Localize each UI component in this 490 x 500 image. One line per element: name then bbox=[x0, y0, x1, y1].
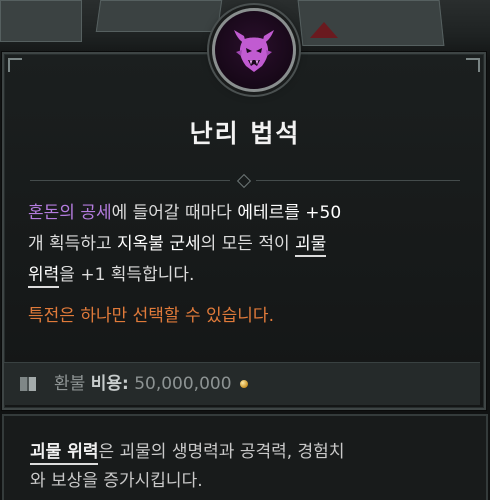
aspect-description: 혼돈의 공세에 들어갈 때마다 에테르를 +50 개 획득하고 지옥불 군세의 … bbox=[28, 198, 468, 291]
aspect-title: 난리 법석 bbox=[189, 119, 301, 148]
panel-corner bbox=[8, 58, 22, 72]
cost-value: 50,000,000 bbox=[134, 374, 232, 394]
description-text: 개 획득하고 bbox=[28, 234, 118, 254]
refund-label: 환불 bbox=[54, 374, 91, 394]
description-text: 을 +1 획득합니다. bbox=[59, 265, 195, 285]
aspect-emblem bbox=[212, 8, 296, 92]
keyword-info-panel: 괴물 위력은 괴물의 생명력과 공격력, 경험치 와 보상을 증가시킵니다. bbox=[2, 414, 488, 500]
divider-line bbox=[30, 180, 230, 181]
keyword-definition: 은 괴물의 생명력과 공격력, 경험치 bbox=[98, 442, 345, 462]
gold-coin-icon bbox=[239, 380, 248, 388]
game-screen: 난리 법석 혼돈의 공세에 들어갈 때마다 에테르를 +50 개 획득하고 지옥… bbox=[0, 0, 490, 500]
keyword-info-text: 괴물 위력은 괴물의 생명력과 공격력, 경험치 와 보상을 증가시킵니다. bbox=[30, 438, 470, 496]
divider-diamond bbox=[236, 173, 252, 189]
background-shard bbox=[0, 0, 82, 42]
refund-cost-text: 환불 비용: 50,000,000 bbox=[54, 372, 248, 396]
refund-cost-bar: 환불 비용: 50,000,000 bbox=[4, 362, 480, 405]
description-text: 의 모든 적이 bbox=[200, 234, 296, 254]
description-aether-bonus: 에테르를 +50 bbox=[237, 203, 342, 223]
background-shard bbox=[95, 0, 223, 32]
keyword-term: 괴물 위력 bbox=[30, 442, 99, 465]
book-icon bbox=[20, 377, 36, 391]
highlight-chaos-assault: 혼돈의 공세 bbox=[28, 203, 112, 223]
cost-label: 비용: bbox=[90, 374, 129, 394]
divider-line bbox=[256, 180, 460, 181]
description-text: 에 들어갈 때마다 bbox=[111, 203, 238, 223]
keyword-definition-line2: 와 보상을 증가시킵니다. bbox=[30, 471, 203, 491]
panel-corner bbox=[466, 58, 480, 72]
description-hellfire-legion: 지옥불 군세 bbox=[117, 234, 201, 254]
perk-limit-note: 특전은 하나만 선택할 수 있습니다. bbox=[28, 306, 274, 326]
monster-power-link[interactable]: 위력 bbox=[28, 265, 60, 288]
monster-power-link[interactable]: 괴물 bbox=[295, 234, 327, 257]
ornamental-divider bbox=[30, 173, 460, 189]
background-red-mark bbox=[310, 22, 338, 38]
demon-head-icon bbox=[234, 30, 274, 72]
